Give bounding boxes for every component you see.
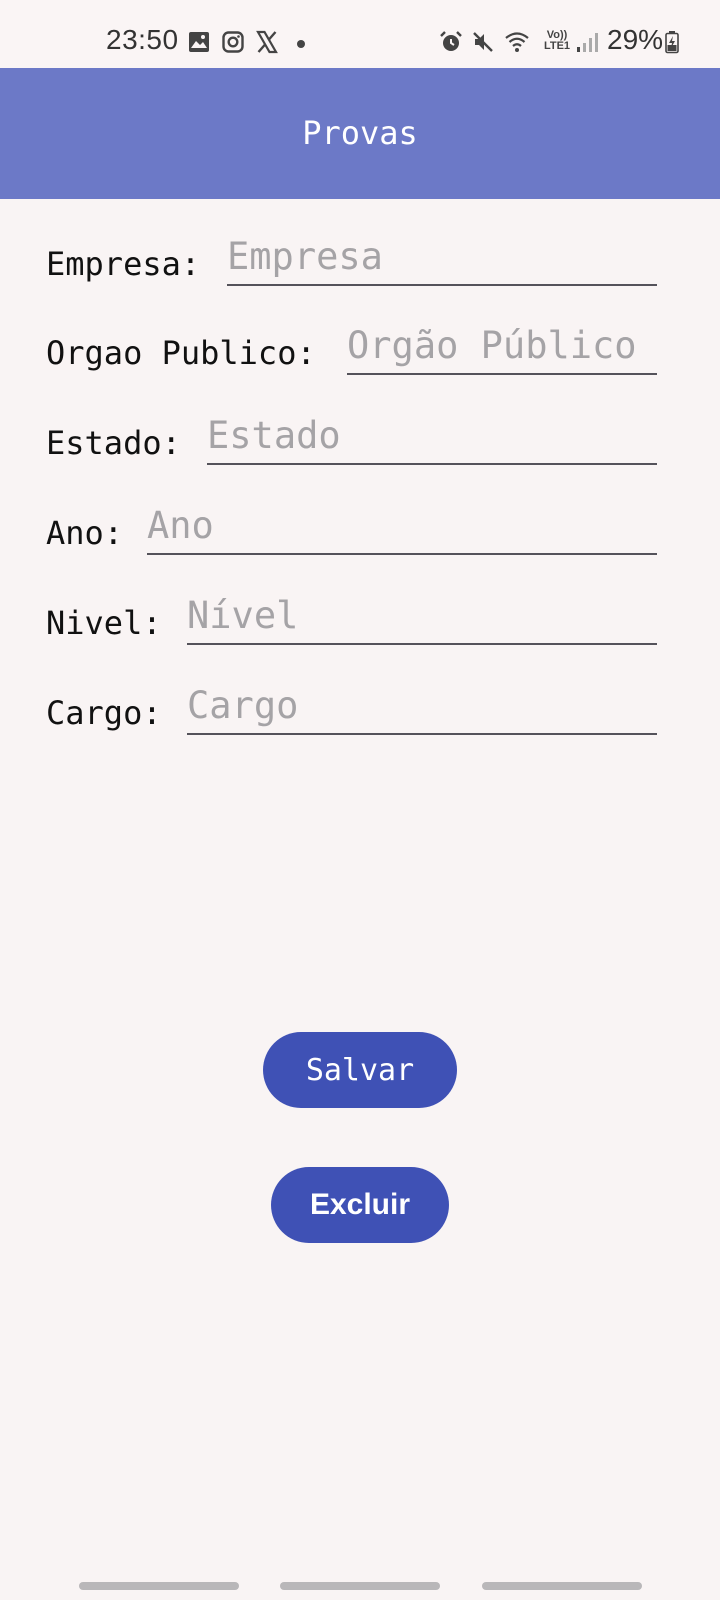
mute-icon — [473, 32, 493, 52]
cargo-label: Cargo: — [46, 694, 162, 732]
status-bar: 23:50 Vo)) LTE1 29% — [0, 0, 720, 68]
notification-dot-icon — [297, 40, 305, 48]
nivel-label: Nivel: — [46, 604, 162, 642]
volte-line2: LTE1 — [543, 40, 571, 52]
cargo-input[interactable] — [187, 677, 657, 735]
alarm-icon — [440, 31, 462, 51]
orgao-publico-input[interactable] — [347, 317, 657, 375]
estado-label: Estado: — [46, 424, 181, 462]
wifi-icon — [505, 32, 529, 52]
empresa-input[interactable] — [227, 228, 657, 286]
battery-percent: 29% — [607, 24, 664, 55]
estado-input[interactable] — [207, 407, 657, 465]
instagram-icon — [222, 31, 244, 53]
x-icon — [256, 30, 278, 54]
orgao-publico-label: Orgao Publico: — [46, 334, 316, 372]
page-title: Provas — [302, 114, 418, 152]
empresa-label: Empresa: — [46, 245, 201, 283]
nav-recents-button[interactable] — [79, 1582, 239, 1590]
battery-charging-icon — [665, 31, 679, 54]
nav-back-button[interactable] — [482, 1582, 642, 1590]
ano-label: Ano: — [46, 514, 124, 552]
ano-input[interactable] — [147, 497, 657, 555]
nav-home-button[interactable] — [280, 1582, 440, 1590]
status-time: 23:50 — [106, 24, 179, 55]
save-button[interactable]: Salvar — [263, 1032, 457, 1108]
delete-button[interactable]: Excluir — [271, 1167, 449, 1243]
signal-icon — [577, 33, 598, 52]
volte-icon: Vo)) LTE1 — [543, 30, 571, 52]
nivel-input[interactable] — [187, 587, 657, 645]
gallery-icon — [189, 32, 209, 52]
app-bar: Provas — [0, 68, 720, 199]
